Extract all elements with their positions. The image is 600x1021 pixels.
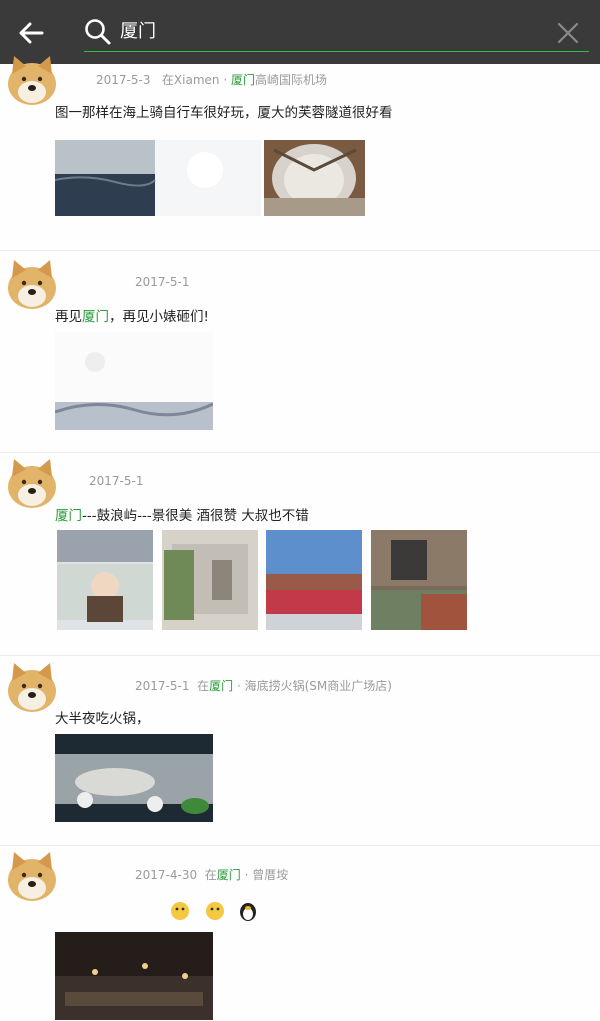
post-date: 2017-5-3 <box>96 73 151 87</box>
post-text: 图一那样在海上骑自行车很好玩，厦大的芙蓉隧道很好看 <box>55 101 393 121</box>
post-date: 2017-5-1 <box>135 275 190 289</box>
post-divider <box>0 655 600 656</box>
location-prefix: 在Xiamen · <box>161 73 228 87</box>
post-text: 厦门---鼓浪屿---景很美 酒很赞 大叔也不错 <box>55 504 309 524</box>
location-name[interactable]: 高崎国际机场 <box>255 73 327 87</box>
post-text-rest: ，再见小婊砸们! <box>109 309 209 325</box>
location-name[interactable]: · 海底捞火锅(SM商业广场店) <box>233 679 392 693</box>
post-text-highlight: 厦门 <box>82 309 109 325</box>
search-input[interactable]: 厦门 <box>120 18 156 46</box>
post-text: 再见厦门，再见小婊砸们! <box>55 305 209 325</box>
post-text-main: 大半夜吃火锅， <box>55 711 150 727</box>
post-meta: 2017-4-30 在厦门 · 曾厝垵 <box>135 866 288 883</box>
doge-avatar[interactable] <box>4 256 60 312</box>
doge-avatar[interactable] <box>4 52 60 108</box>
post-meta: 2017-5-1 <box>89 474 143 488</box>
search-underline <box>84 51 589 52</box>
post-text-main: 再见 <box>55 309 82 325</box>
location-prefix: 在 <box>204 868 217 882</box>
search-icon <box>85 19 111 45</box>
post-date: 2017-5-1 <box>135 679 190 693</box>
post-date: 2017-4-30 <box>135 868 198 882</box>
doge-avatar[interactable] <box>4 659 60 715</box>
post-divider <box>0 452 600 453</box>
post-divider <box>0 845 600 846</box>
post-photo[interactable] <box>266 530 362 630</box>
post-photo[interactable] <box>55 140 261 216</box>
emoji-icon <box>171 902 256 921</box>
post-meta: 2017-5-1 <box>135 275 189 289</box>
post-text: 大半夜吃火锅， <box>55 707 150 727</box>
location-prefix: 在 <box>197 679 210 693</box>
post-photo[interactable] <box>264 140 365 216</box>
back-arrow-icon[interactable] <box>18 20 44 46</box>
post-photo[interactable] <box>55 734 213 822</box>
post-divider <box>0 250 600 251</box>
clear-search-icon[interactable] <box>556 21 580 45</box>
post-text-highlight: 厦门 <box>55 508 82 524</box>
location-name[interactable]: · 曾厝垵 <box>241 868 289 882</box>
location-highlight[interactable]: 厦门 <box>209 679 233 693</box>
post-photo[interactable] <box>55 332 213 430</box>
doge-avatar[interactable] <box>4 848 60 904</box>
post-meta: 2017-5-3 在Xiamen · 厦门高崎国际机场 <box>96 71 327 88</box>
post-text-main: 图一那样在海上骑自行车很好玩，厦大的芙蓉隧道很好看 <box>55 105 393 121</box>
doge-avatar[interactable] <box>4 455 60 511</box>
post-text-rest: ---鼓浪屿---景很美 酒很赞 大叔也不错 <box>82 508 309 524</box>
post-date: 2017-5-1 <box>89 474 144 488</box>
location-highlight[interactable]: 厦门 <box>231 73 255 87</box>
post-photo[interactable] <box>162 530 258 630</box>
post-photo[interactable] <box>57 530 153 630</box>
emoji-row <box>170 900 260 926</box>
post-photo[interactable] <box>55 932 213 1020</box>
location-highlight[interactable]: 厦门 <box>217 868 241 882</box>
search-header: 厦门 <box>0 0 600 64</box>
post-meta: 2017-5-1 在厦门 · 海底捞火锅(SM商业广场店) <box>135 677 392 694</box>
post-photo[interactable] <box>371 530 467 630</box>
